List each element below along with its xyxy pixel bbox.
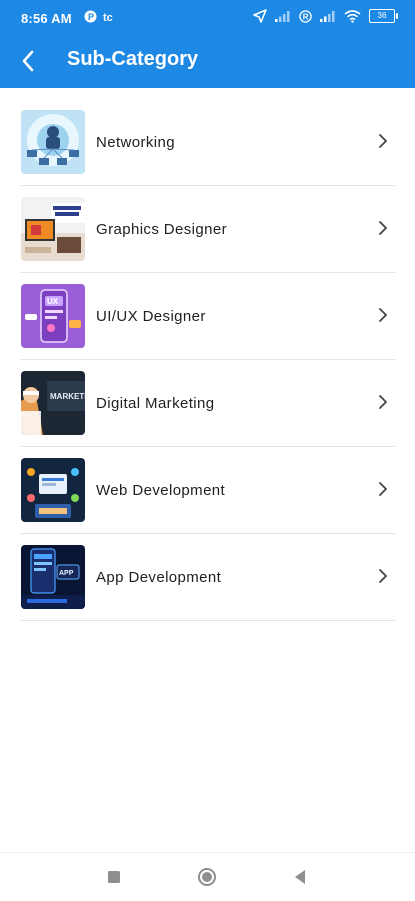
chevron-right-icon [379,395,387,409]
chevron-left-icon [22,50,34,72]
sub-category-list: Networking Graphics Designer UX UI/UX De… [21,99,395,621]
location-icon [253,9,267,23]
list-item-label: Graphics Designer [96,220,228,238]
app-header: 8:56 AM P tc R 36 Sub-Category [0,0,415,88]
app-bar: Sub-Category [0,36,415,88]
graphics-designer-image [21,197,85,261]
svg-text:P: P [88,12,94,22]
r-badge-icon: R [299,9,312,23]
chevron-right-icon [379,482,387,496]
wifi-icon [344,9,361,23]
list-item-label: UI/UX Designer [96,307,206,325]
svg-text:UX: UX [47,297,59,306]
svg-text:APP: APP [59,570,74,577]
chevron-right-icon [379,134,387,148]
battery-level: 36 [377,11,387,20]
status-time: 8:56 AM [21,11,72,26]
svg-text:MARKETI: MARKETI [50,392,85,401]
list-item-label: Digital Marketing [96,394,215,412]
list-item-web-development[interactable]: Web Development [21,447,395,534]
back-triangle-icon[interactable] [290,867,310,887]
home-icon[interactable] [197,867,217,887]
list-item-digital-marketing[interactable]: MARKETI Digital Marketing [21,360,395,447]
list-item-label: App Development [96,568,222,586]
status-left-icons: P tc [84,10,117,23]
ui-ux-designer-image: UX [21,284,85,348]
system-nav-bar [0,852,415,901]
chevron-right-icon [379,221,387,235]
recent-apps-icon[interactable] [104,867,124,887]
svg-text:tc: tc [103,12,113,23]
chevron-right-icon [379,569,387,583]
list-item-graphics-designer[interactable]: Graphics Designer [21,186,395,273]
web-development-image [21,458,85,522]
status-right-icons: R 36 [253,9,398,23]
notification-tc-icon: tc [103,12,113,23]
page-title: Sub-Category [67,48,199,70]
status-bar: 8:56 AM P tc R 36 [0,0,415,36]
signal-icon [275,11,290,22]
svg-text:R: R [303,12,309,21]
list-item-label: Networking [96,133,176,151]
chevron-right-icon [379,308,387,322]
list-item-label: Web Development [96,481,226,499]
list-item-ui-ux-designer[interactable]: UX UI/UX Designer [21,273,395,360]
list-item-networking[interactable]: Networking [21,99,395,186]
digital-marketing-image: MARKETI [21,371,85,435]
battery-icon: 36 [369,9,398,23]
networking-image [21,110,85,174]
list-item-app-development[interactable]: APP App Development [21,534,395,621]
app-development-image: APP [21,545,85,609]
notification-p-icon: P [84,10,97,23]
back-button[interactable] [8,41,48,81]
signal-icon-2 [320,11,335,22]
